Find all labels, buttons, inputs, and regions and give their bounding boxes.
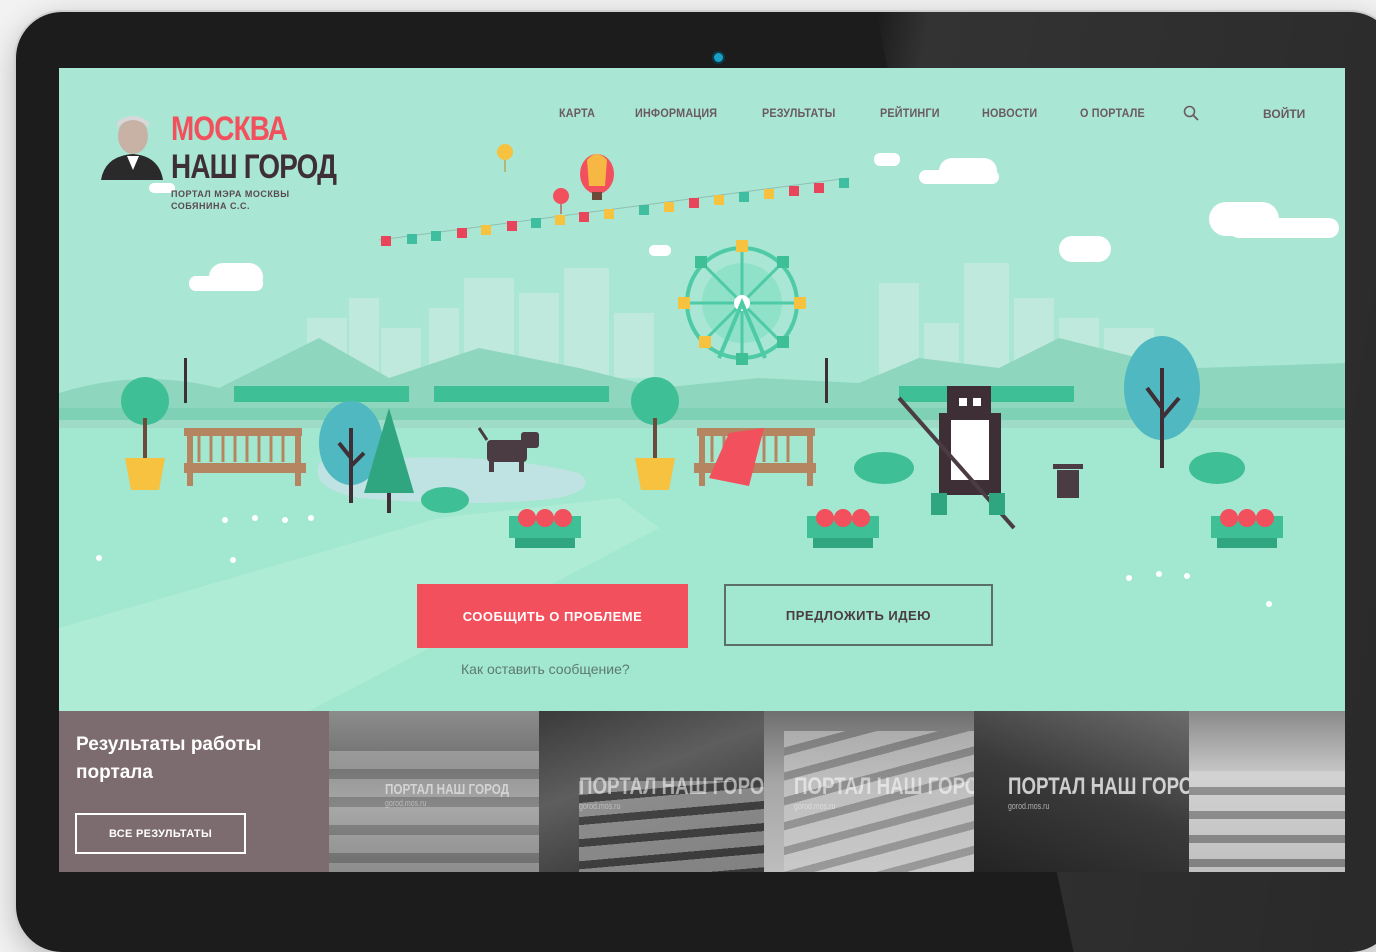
watermark-url: gorod.mos.ru — [794, 801, 836, 811]
watermark-text: ПОРТАЛ НАШ ГОРОД — [794, 773, 974, 800]
nav-item-info[interactable]: ИНФОРМАЦИЯ — [635, 106, 717, 120]
logo-subtitle: ПОРТАЛ МЭРА МОСКВЫ СОБЯНИНА С.С. — [171, 189, 290, 211]
result-photo[interactable]: ПОРТАЛ НАШ ГОРОД gorod.mos.ru — [329, 711, 539, 872]
nav-item-about[interactable]: О ПОРТАЛЕ — [1080, 106, 1145, 120]
search-icon[interactable] — [1183, 105, 1199, 121]
result-photo[interactable]: ПОРТАЛ НАШ ГОРОД gorod.mos.ru — [764, 711, 974, 872]
results-panel: Результаты работы портала ВСЕ РЕЗУЛЬТАТЫ — [59, 711, 329, 872]
mayor-portrait — [97, 108, 163, 180]
watermark-url: gorod.mos.ru — [579, 801, 621, 811]
watermark-text: ПОРТАЛ НАШ ГОРОД — [579, 773, 764, 800]
results-title: Результаты работы портала — [76, 734, 262, 783]
report-problem-button[interactable]: СООБЩИТЬ О ПРОБЛЕМЕ — [417, 584, 688, 648]
result-photo[interactable]: ПОРТАЛ НАШ ГОРОД gorod.mos.ru — [974, 711, 1189, 872]
site-logo[interactable]: МОСКВА НАШ ГОРОД ПОРТАЛ МЭРА МОСКВЫ СОБЯ… — [97, 108, 337, 218]
nav-item-news[interactable]: НОВОСТИ — [982, 106, 1037, 120]
result-photo[interactable]: ПОРТАЛ НАШ ГОРОД gorod.mos.ru — [539, 711, 764, 872]
nav-item-map[interactable]: КАРТА — [559, 106, 595, 120]
watermark-text: ПОРТАЛ НАШ ГОРОД — [1008, 773, 1189, 800]
watermark-url: gorod.mos.ru — [385, 798, 427, 808]
photo-watermark: ПОРТАЛ НАШ ГОРОД gorod.mos.ru — [579, 773, 764, 811]
result-photo[interactable] — [1189, 711, 1345, 872]
photo-watermark: ПОРТАЛ НАШ ГОРОД gorod.mos.ru — [1008, 773, 1189, 811]
webcam — [714, 53, 723, 62]
logo-line-1: МОСКВА — [171, 110, 288, 148]
howto-link[interactable]: Как оставить сообщение? — [461, 661, 630, 677]
nav-item-ratings[interactable]: РЕЙТИНГИ — [880, 106, 940, 120]
photo-watermark: ПОРТАЛ НАШ ГОРОД gorod.mos.ru — [385, 781, 509, 808]
browser-viewport: МОСКВА НАШ ГОРОД ПОРТАЛ МЭРА МОСКВЫ СОБЯ… — [59, 68, 1345, 872]
results-photo-strip: ПОРТАЛ НАШ ГОРОД gorod.mos.ru ПОРТАЛ НАШ… — [329, 711, 1345, 872]
suggest-idea-button[interactable]: ПРЕДЛОЖИТЬ ИДЕЮ — [724, 584, 993, 646]
all-results-button[interactable]: ВСЕ РЕЗУЛЬТАТЫ — [75, 813, 246, 854]
logo-line-2: НАШ ГОРОД — [171, 148, 337, 186]
nav-item-results[interactable]: РЕЗУЛЬТАТЫ — [762, 106, 835, 120]
photo-watermark: ПОРТАЛ НАШ ГОРОД gorod.mos.ru — [794, 773, 974, 811]
watermark-url: gorod.mos.ru — [1008, 801, 1050, 811]
watermark-text: ПОРТАЛ НАШ ГОРОД — [385, 781, 510, 798]
logo-title: МОСКВА НАШ ГОРОД — [171, 110, 337, 186]
login-link[interactable]: ВОЙТИ — [1263, 107, 1305, 121]
main-nav: КАРТА ИНФОРМАЦИЯ РЕЗУЛЬТАТЫ РЕЙТИНГИ НОВ… — [559, 106, 1152, 120]
